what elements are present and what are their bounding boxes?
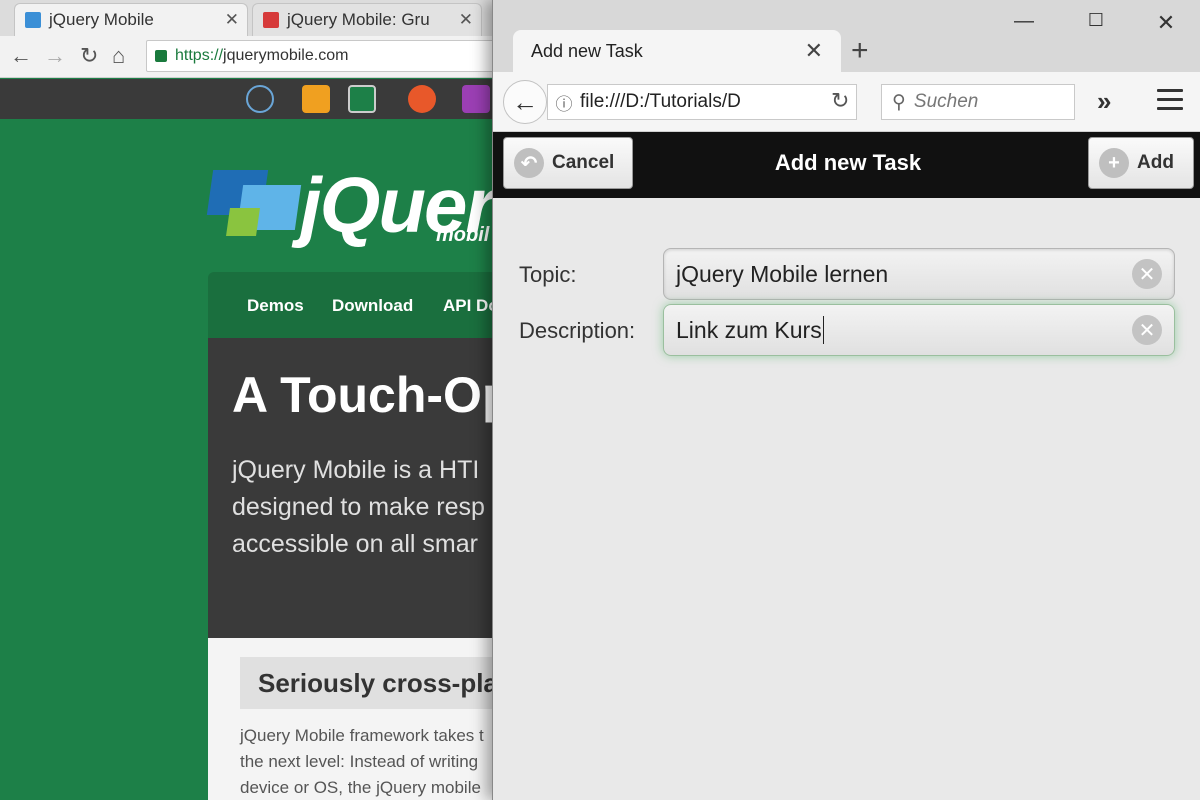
hamburger-menu-icon[interactable] bbox=[1157, 89, 1183, 116]
red-favicon-icon bbox=[263, 12, 279, 28]
text-caret bbox=[822, 316, 824, 344]
description-label: Description: bbox=[519, 318, 636, 343]
back-arrow-icon[interactable]: ← bbox=[10, 44, 32, 68]
nav-api-docs-link[interactable]: API Do bbox=[443, 296, 499, 316]
reload-icon[interactable]: ↻ bbox=[831, 88, 849, 114]
topic-value: jQuery Mobile lernen bbox=[676, 260, 889, 287]
firefox-tab-add-new-task[interactable]: Add new Task ✕ bbox=[513, 30, 841, 72]
chrome-tab-jquery-mobile[interactable]: jQuery Mobile ✕ bbox=[14, 3, 248, 36]
close-icon[interactable]: ✕ bbox=[459, 10, 473, 30]
content-text-line: jQuery Mobile framework takes t bbox=[240, 726, 484, 745]
url-text: file:///D:/Tutorials/D bbox=[580, 91, 741, 112]
moon-extension-icon[interactable] bbox=[246, 85, 274, 113]
content-text-line: device or OS, the jQuery mobile bbox=[240, 778, 481, 797]
purple-extension-icon[interactable] bbox=[462, 85, 490, 113]
chrome-tab-gruppe[interactable]: jQuery Mobile: Gru ✕ bbox=[252, 3, 482, 36]
home-icon[interactable]: ⌂ bbox=[112, 44, 125, 68]
plus-circle-icon: + bbox=[1099, 148, 1129, 178]
close-icon[interactable]: ✕ bbox=[225, 10, 239, 30]
clear-icon[interactable]: ✕ bbox=[1132, 259, 1162, 289]
hero-text-line: designed to make resp bbox=[232, 493, 485, 521]
shield-extension-icon[interactable] bbox=[302, 85, 330, 113]
section-heading: Seriously cross-plat bbox=[258, 668, 507, 698]
search-icon: ⚲ bbox=[892, 91, 906, 113]
description-input[interactable]: Link zum Kurs ✕ bbox=[663, 304, 1175, 356]
topic-input[interactable]: jQuery Mobile lernen ✕ bbox=[663, 248, 1175, 300]
close-icon[interactable]: ✕ bbox=[805, 38, 823, 64]
hero-title: A Touch-Op bbox=[232, 367, 513, 423]
url-scheme: https:// bbox=[175, 47, 224, 64]
search-placeholder: Suchen bbox=[913, 91, 979, 112]
info-icon[interactable]: ⓘ bbox=[548, 90, 580, 115]
url-host: jquerymobile.com bbox=[223, 47, 349, 64]
cancel-label: Cancel bbox=[552, 152, 615, 173]
chrome-tab-title: jQuery Mobile: Gru bbox=[287, 10, 430, 29]
topic-label: Topic: bbox=[519, 262, 577, 287]
site-nav: Demos Download API Do bbox=[208, 272, 508, 338]
forward-arrow-icon[interactable]: → bbox=[44, 44, 66, 68]
description-value: Link zum Kurs bbox=[676, 316, 822, 343]
chrome-address-bar[interactable]: https://jquerymobile.com bbox=[146, 40, 506, 72]
reload-icon[interactable]: ↻ bbox=[80, 44, 98, 68]
jquery-extension-icon[interactable] bbox=[348, 85, 376, 113]
search-input[interactable]: ⚲ Suchen bbox=[881, 84, 1075, 120]
overflow-chevron-icon[interactable]: » bbox=[1097, 86, 1111, 117]
clear-icon[interactable]: ✕ bbox=[1132, 315, 1162, 345]
maximize-icon[interactable]: ☐ bbox=[1081, 10, 1111, 31]
firefox-address-bar[interactable]: ⓘ file:///D:/Tutorials/D bbox=[547, 84, 857, 120]
add-button[interactable]: + Add bbox=[1088, 137, 1194, 189]
hero-text-line: jQuery Mobile is a HTI bbox=[232, 456, 480, 484]
add-label: Add bbox=[1137, 152, 1174, 173]
firefox-tab-title: Add new Task bbox=[531, 40, 643, 61]
firefox-window: Add new Task ✕ + — ☐ ✕ ← ⓘ file:///D:/Tu… bbox=[492, 0, 1200, 800]
orange-extension-icon[interactable] bbox=[408, 85, 436, 113]
logo-subtitle: mobil bbox=[436, 224, 490, 246]
minimize-icon[interactable]: — bbox=[1009, 10, 1039, 33]
back-circle-icon: ↶ bbox=[514, 148, 544, 178]
nav-demos-link[interactable]: Demos bbox=[247, 296, 304, 316]
jquery-favicon-icon bbox=[25, 12, 41, 28]
content-text-line: the next level: Instead of writing bbox=[240, 752, 479, 771]
lock-icon bbox=[155, 50, 167, 62]
new-tab-icon[interactable]: + bbox=[851, 36, 869, 66]
back-arrow-icon[interactable]: ← bbox=[503, 80, 547, 124]
cancel-button[interactable]: ↶ Cancel bbox=[503, 137, 633, 189]
window-close-icon[interactable]: ✕ bbox=[1151, 10, 1181, 36]
page-title: Add new Task bbox=[774, 150, 922, 175]
nav-download-link[interactable]: Download bbox=[332, 296, 413, 316]
chrome-tab-title: jQuery Mobile bbox=[49, 10, 154, 29]
hero-text-line: accessible on all smar bbox=[232, 530, 478, 558]
